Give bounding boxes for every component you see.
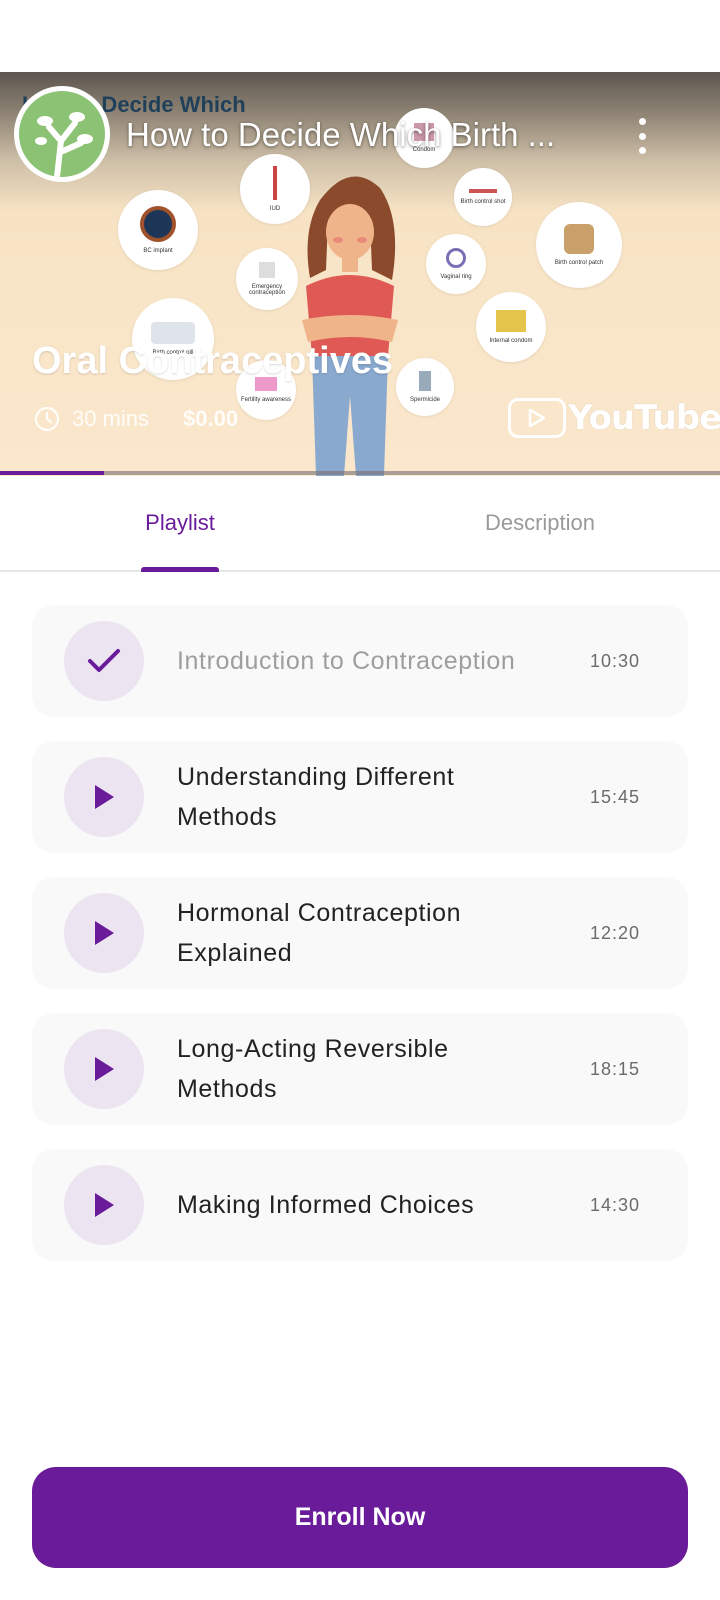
girl-illustration <box>302 176 398 476</box>
clock-icon <box>34 406 60 432</box>
bubble-label: Internal condom <box>489 338 533 344</box>
playlist-item-title: Hormonal Contraception Explained <box>177 899 462 967</box>
completed-check-icon <box>64 621 144 701</box>
playlist-item-duration: 15:45 <box>589 786 640 807</box>
course-duration: 30 mins <box>72 406 150 431</box>
video-progress-fill <box>0 471 105 475</box>
bubble-patch: Birth control patch <box>536 202 622 288</box>
playlist: Introduction to Contraception 10:30 Unde… <box>32 605 688 1285</box>
course-meta: 30 mins $0.00 <box>34 406 238 432</box>
youtube-logo[interactable]: YouTube <box>508 398 720 438</box>
bubble-ring: Vaginal ring <box>426 234 486 294</box>
course-price: $0.00 <box>183 406 239 431</box>
playlist-item-title: Long-Acting Reversible Methods <box>177 1035 449 1103</box>
tab-playlist[interactable]: Playlist <box>0 476 360 572</box>
status-bar <box>0 0 720 72</box>
bubble-label: Vaginal ring <box>440 274 472 280</box>
enroll-now-button[interactable]: Enroll Now <box>32 1467 688 1568</box>
video-more-menu-icon[interactable] <box>636 118 648 154</box>
playlist-item[interactable]: Understanding Different Methods 15:45 <box>32 741 688 853</box>
course-title: Oral Contraceptives <box>32 340 394 382</box>
video-title[interactable]: How to Decide Which Birth ... <box>126 116 555 154</box>
play-icon[interactable] <box>64 1029 144 1109</box>
bubble-label: IUD <box>269 206 281 212</box>
youtube-wordmark: YouTube <box>568 398 720 438</box>
tab-description-label: Description <box>484 510 596 535</box>
playlist-item-title: Making Informed Choices <box>177 1191 475 1219</box>
playlist-item[interactable]: Making Informed Choices 14:30 <box>32 1149 688 1261</box>
bubble-label: BC implant <box>143 248 173 254</box>
playlist-item-duration: 12:20 <box>589 922 640 943</box>
bubble-label: Birth control patch <box>554 260 604 266</box>
bubble-shot: Birth control shot <box>454 168 512 226</box>
channel-avatar[interactable] <box>14 86 110 182</box>
playlist-item-title: Introduction to Contraception <box>177 647 516 675</box>
playlist-item-title: Understanding Different Methods <box>177 763 455 831</box>
play-icon[interactable] <box>64 757 144 837</box>
playlist-item-duration: 18:15 <box>589 1058 640 1079</box>
bubble-internal-condom: Internal condom <box>476 292 546 362</box>
bubble-bc-implant: BC implant <box>118 190 198 270</box>
tab-bar: Playlist Description <box>0 476 720 572</box>
playlist-item[interactable]: Introduction to Contraception 10:30 <box>32 605 688 717</box>
playlist-item-duration: 14:30 <box>589 1194 640 1215</box>
playlist-item-duration: 10:30 <box>589 650 640 671</box>
video-player[interactable]: How to Decide Which BC implant IUD Emerg… <box>0 72 720 476</box>
play-icon[interactable] <box>64 1165 144 1245</box>
bubble-label: Birth control shot <box>460 199 506 205</box>
tree-logo-icon <box>35 112 93 177</box>
tab-description[interactable]: Description <box>360 476 720 570</box>
youtube-play-icon <box>508 398 566 438</box>
playlist-item[interactable]: Long-Acting Reversible Methods 18:15 <box>32 1013 688 1125</box>
tab-playlist-label: Playlist <box>145 510 215 535</box>
play-icon[interactable] <box>64 893 144 973</box>
video-progress-bar[interactable] <box>0 471 720 475</box>
tab-active-indicator <box>141 567 219 572</box>
playlist-item[interactable]: Hormonal Contraception Explained 12:20 <box>32 877 688 989</box>
